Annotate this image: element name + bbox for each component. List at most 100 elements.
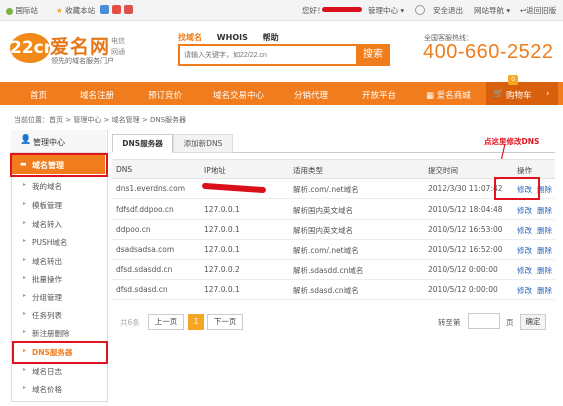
tab-dns-servers[interactable]: DNS服务器 [112,134,173,153]
nav-home[interactable]: 首页 [30,89,47,101]
header-nav: 找域名 WHOIS 帮助 [178,32,291,43]
table-row: dfsd.sdasd.cn 127.0.0.1 解析.sdasd.cn域名 20… [112,279,555,300]
nav-trade[interactable]: 域名交易中心 [213,89,264,101]
user-icon: 👤 [20,135,32,145]
cart-icon: 🛒 [493,89,504,99]
logo-name: 爱名网 [50,36,111,58]
greeting-text: 您好！ [302,6,325,15]
cell-time: 2010/5/12 0:00:00 [428,285,498,294]
nav-open-platform[interactable]: 开放平台 [362,89,396,101]
sidebar-item-templates[interactable]: ▸ 模板管理 [23,200,62,211]
search-button[interactable]: 搜索 [356,44,390,66]
social-icon-2[interactable] [112,5,121,14]
cell-type: 解析.sdasd.cn域名 [293,286,359,295]
cell-dns: dns1.everdns.com [116,184,186,193]
cell-ip: 127.0.0.2 [204,265,240,274]
back-old-link[interactable]: ↩返回旧版 [520,5,556,16]
prev-page-button[interactable]: 上一页 [148,314,184,330]
edit-link[interactable]: 修改 [517,285,532,296]
delete-link[interactable]: 删除 [537,285,552,296]
caret-icon: ▸ [23,181,27,188]
edit-link[interactable]: 修改 [517,245,532,256]
sidebar-item-transfer-out[interactable]: ▸ 域名转出 [23,256,62,267]
social-icon-1[interactable] [100,5,109,14]
social-icon-3[interactable] [124,5,133,14]
confirm-button[interactable]: 确定 [520,314,546,330]
delete-link[interactable]: 删除 [537,225,552,236]
sidebar-item-push[interactable]: ▸ PUSH域名 [23,237,67,248]
sidebar-item-transfer-in[interactable]: ▸ 域名转入 [23,219,62,230]
logo-isp: 电信 网通 [111,37,125,56]
next-page-button[interactable]: 下一页 [207,314,243,330]
goto-label: 转至第 [438,318,461,327]
nav-help[interactable]: 帮助 [263,33,279,42]
page-label: 页 [506,318,514,327]
delete-link[interactable]: 删除 [537,245,552,256]
cell-time: 2010/5/12 16:53:00 [428,225,503,234]
logout-link[interactable]: 安全退出 [433,5,463,16]
page-number-input[interactable] [468,313,500,329]
nav-mall[interactable]: ▦ 爱名商城 [426,89,471,101]
current-page[interactable]: 1 [188,314,204,330]
sidebar-item-my-domains[interactable]: ▸ 我的域名 [23,181,62,192]
cart-count-badge: 0 [508,75,518,85]
globe-icon [6,7,13,15]
alert-icon[interactable] [415,5,425,15]
highlight-dns-item [12,341,108,364]
caret-icon: ▸ [23,328,27,335]
manage-center-link[interactable]: 管理中心 ▾ [368,5,404,16]
delete-link[interactable]: 删除 [537,205,552,216]
sidebar-header-title: 管理中心 [33,138,65,147]
cell-type: 解析国内英文域名 [293,206,353,215]
caret-icon: ▸ [23,274,27,281]
search-input[interactable] [184,49,344,61]
nav-auction[interactable]: 预订竞价 [148,89,182,101]
favorite-link[interactable]: ★ 收藏本站 [56,5,95,16]
nav-whois[interactable]: WHOIS [217,33,248,42]
col-type: 适用类型 [293,166,323,175]
table-row: dfsd.sdasdd.cn 127.0.0.2 解析.sdasdd.cn域名 … [112,259,555,280]
cell-dns: dsadsadsa.com [116,245,175,254]
sidebar-item-batch[interactable]: ▸ 批量操作 [23,274,62,285]
col-dns: DNS [116,165,133,174]
edit-link[interactable]: 修改 [517,225,532,236]
col-action: 操作 [517,166,532,175]
cart-button[interactable]: 🛒 购物车 › [486,82,558,105]
highlight-domain-section [10,153,108,177]
cell-type: 解析.sdasdd.cn域名 [293,266,364,275]
sidebar-item-logs[interactable]: ▸ 域名日志 [23,366,62,377]
nav-agent[interactable]: 分销代理 [294,89,328,101]
top-utility-bar: 国际站 ★ 收藏本站 您好！ 管理中心 ▾ 安全退出 网站导航 ▾ ↩返回旧版 [0,0,563,21]
cell-ip: 127.0.0.1 [204,225,240,234]
cell-time: 2012/3/30 11:07:42 [428,184,503,193]
sidebar-item-prices[interactable]: ▸ 域名价格 [23,384,62,395]
cell-type: 解析.com/.net域名 [293,246,359,255]
table-row: ddpoo.cn 127.0.0.1 解析国内英文域名 2010/5/12 16… [112,219,555,240]
nav-register[interactable]: 域名注册 [80,89,114,101]
site-nav-link[interactable]: 网站导航 ▾ [474,5,510,16]
breadcrumb: 当前位置：首页 > 管理中心 > 域名管理 > DNS服务器 [14,116,187,124]
cell-time: 2010/5/12 18:04:48 [428,205,503,214]
cell-type: 解析国内英文域名 [293,226,353,235]
sidebar-item-groups[interactable]: ▸ 分组管理 [23,292,62,303]
edit-link[interactable]: 修改 [517,265,532,276]
logo-tagline: 领先的域名服务门户 [51,57,114,65]
intl-link[interactable]: 国际站 [6,5,38,16]
caret-icon: ▸ [23,310,27,317]
delete-link[interactable]: 删除 [537,265,552,276]
cell-dns: fdfsdf.ddpoo.cn [116,205,174,214]
sidebar-item-tasks[interactable]: ▸ 任务列表 [23,310,62,321]
grid-icon: ▦ [426,91,435,101]
search-box [178,44,360,66]
caret-icon: ▸ [23,384,27,391]
caret-icon: ▸ [23,237,27,244]
sidebar-item-new-delete[interactable]: ▸ 新注册删除 [23,328,70,339]
col-time: 提交时间 [428,166,458,175]
logo-mark[interactable]: 22cn [10,33,56,63]
cell-ip: 127.0.0.1 [204,245,240,254]
table-row: dns1.everdns.com 解析.com/.net域名 2012/3/30… [112,178,555,199]
nav-find-domain[interactable]: 找域名 [178,33,202,42]
cart-label: 购物车 [506,91,532,101]
tab-add-dns[interactable]: 添加新DNS [173,134,233,153]
edit-link[interactable]: 修改 [517,205,532,216]
